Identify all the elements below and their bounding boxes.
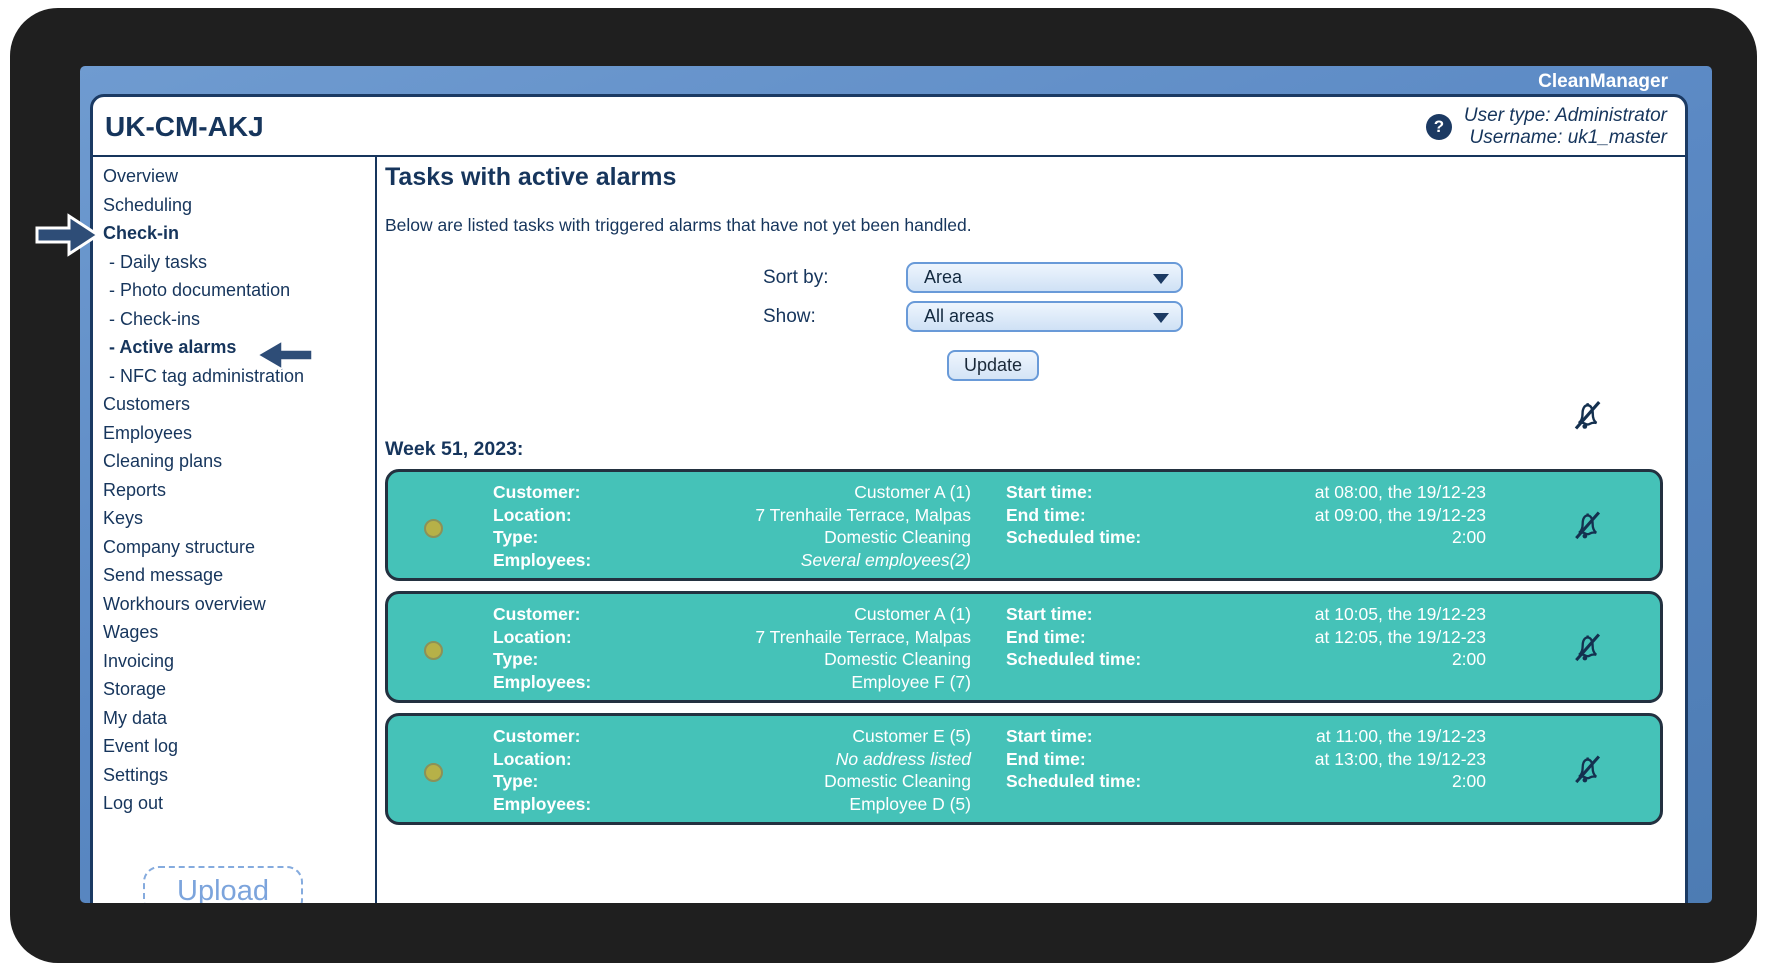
bell-muted-icon[interactable]	[1569, 508, 1606, 543]
bell-muted-icon[interactable]	[1569, 630, 1606, 665]
mute-all-row	[385, 397, 1663, 433]
sidebar-item-customers[interactable]: Customers	[103, 390, 375, 419]
employees-value: Several employees(2)	[800, 550, 971, 571]
sidebar-item-scheduling[interactable]: Scheduling	[103, 191, 375, 220]
end-time-value: at 12:05, the 19/12-23	[1314, 626, 1486, 647]
page-title: UK-CM-AKJ	[105, 111, 264, 142]
main-content: Tasks with active alarms Below are liste…	[377, 157, 1685, 903]
sidebar-item-photo-documentation[interactable]: - Photo documentation	[103, 276, 375, 305]
chevron-down-icon	[1153, 313, 1169, 323]
type-value: Domestic Cleaning	[824, 771, 971, 792]
sidebar-item-keys[interactable]: Keys	[103, 504, 375, 533]
show-select[interactable]: All areas	[906, 301, 1183, 332]
sort-by-label: Sort by:	[763, 266, 829, 288]
sidebar-item-daily-tasks[interactable]: - Daily tasks	[103, 248, 375, 277]
system-title: CleanManager	[1538, 71, 1668, 92]
show-row: Show: All areas	[763, 301, 1663, 332]
location-value: 7 Trenhaile Terrace, Malpas	[755, 626, 971, 647]
screen: CleanManager UK-CM-AKJ ? User type: Admi…	[80, 66, 1712, 903]
sidebar-item-invoicing[interactable]: Invoicing	[103, 647, 375, 676]
sidebar-item-settings[interactable]: Settings	[103, 761, 375, 790]
user-info: User type: Administrator Username: uk1_m…	[1464, 105, 1667, 149]
stage: CleanManager UK-CM-AKJ ? User type: Admi…	[0, 0, 1767, 971]
start-time-value: at 08:00, the 19/12-23	[1314, 482, 1486, 502]
sidebar-item-cleaning-plans[interactable]: Cleaning plans	[103, 447, 375, 476]
window-header: UK-CM-AKJ ? User type: Administrator Use…	[93, 97, 1685, 157]
customer-value: Customer A (1)	[854, 604, 971, 624]
sidebar-item-overview[interactable]: Overview	[103, 162, 375, 191]
sidebar-item-event-log[interactable]: Event log	[103, 732, 375, 761]
update-button[interactable]: Update	[947, 350, 1040, 381]
type-value: Domestic Cleaning	[824, 649, 971, 670]
bell-muted-icon[interactable]	[1569, 752, 1606, 787]
sidebar-item-check-in[interactable]: Check-in	[103, 219, 375, 248]
scheduled-time-value: 2:00	[1451, 649, 1486, 670]
window-body: Overview Scheduling Check-in - Daily tas…	[93, 157, 1685, 903]
type-value: Domestic Cleaning	[824, 527, 971, 548]
scheduled-time-value: 2:00	[1451, 527, 1486, 548]
location-value: No address listed	[835, 748, 971, 769]
status-dot	[424, 519, 443, 538]
customer-value: Customer E (5)	[852, 726, 971, 746]
content-description: Below are listed tasks with triggered al…	[385, 215, 972, 235]
status-dot	[424, 763, 443, 782]
username: Username: uk1_master	[1469, 127, 1667, 148]
user-type: User type: Administrator	[1463, 105, 1667, 126]
show-value: All areas	[924, 306, 995, 326]
filter-form: Sort by: Area Show: All areas	[763, 262, 1663, 332]
help-icon[interactable]: ?	[1425, 114, 1452, 140]
sidebar-item-log-out[interactable]: Log out	[103, 789, 375, 818]
sidebar-item-reports[interactable]: Reports	[103, 476, 375, 505]
sort-by-value: Area	[924, 267, 963, 287]
end-time-value: at 09:00, the 19/12-23	[1314, 504, 1486, 525]
start-time-value: at 10:05, the 19/12-23	[1314, 604, 1486, 624]
task-card-list: Customer: Customer A (1) Location: 7 Trenh…	[385, 469, 1663, 825]
upload-button[interactable]: Upload	[143, 865, 303, 903]
sidebar-item-nfc-tag-administration[interactable]: - NFC tag administration	[103, 362, 375, 391]
scheduled-time-value: 2:00	[1451, 771, 1486, 792]
task-card[interactable]: Customer: Customer A (1) Location: 7 Trenh…	[385, 469, 1663, 581]
sidebar-item-active-alarms[interactable]: - Active alarms	[103, 333, 375, 362]
sidebar-item-employees[interactable]: Employees	[103, 419, 375, 448]
sidebar-item-send-message[interactable]: Send message	[103, 561, 375, 590]
sidebar-item-storage[interactable]: Storage	[103, 675, 375, 704]
arrow-left-icon	[256, 339, 313, 371]
end-time-value: at 13:00, the 19/12-23	[1314, 748, 1486, 769]
task-card[interactable]: Customer: Customer E (5) Location: No addr…	[385, 713, 1663, 825]
employees-value: Employee F (7)	[851, 672, 971, 693]
task-card[interactable]: Customer: Customer A (1) Location: 7 Trenh…	[385, 591, 1663, 703]
employees-value: Employee D (5)	[849, 794, 971, 815]
update-row: Update	[947, 350, 1663, 381]
start-time-value: at 11:00, the 19/12-23	[1316, 726, 1486, 746]
week-label: Week 51, 2023:	[385, 438, 524, 460]
chevron-down-icon	[1153, 274, 1169, 284]
sidebar: Overview Scheduling Check-in - Daily tas…	[93, 157, 377, 903]
customer-value: Customer A (1)	[854, 482, 971, 502]
sidebar-item-workhours-overview[interactable]: Workhours overview	[103, 590, 375, 619]
arrow-right-icon	[35, 213, 101, 257]
status-dot	[424, 641, 443, 660]
sidebar-item-my-data[interactable]: My data	[103, 704, 375, 733]
sidebar-item-company-structure[interactable]: Company structure	[103, 533, 375, 562]
sidebar-item-wages[interactable]: Wages	[103, 618, 375, 647]
sort-by-row: Sort by: Area	[763, 262, 1663, 293]
sidebar-item-check-ins[interactable]: - Check-ins	[103, 305, 375, 334]
show-label: Show:	[763, 305, 816, 327]
sort-by-select[interactable]: Area	[906, 262, 1183, 293]
location-value: 7 Trenhaile Terrace, Malpas	[755, 504, 971, 525]
content-title: Tasks with active alarms	[385, 163, 677, 191]
user-block: ? User type: Administrator Username: uk1…	[1425, 105, 1667, 149]
bell-muted-icon[interactable]	[1568, 397, 1607, 433]
app-window: UK-CM-AKJ ? User type: Administrator Use…	[90, 94, 1688, 903]
